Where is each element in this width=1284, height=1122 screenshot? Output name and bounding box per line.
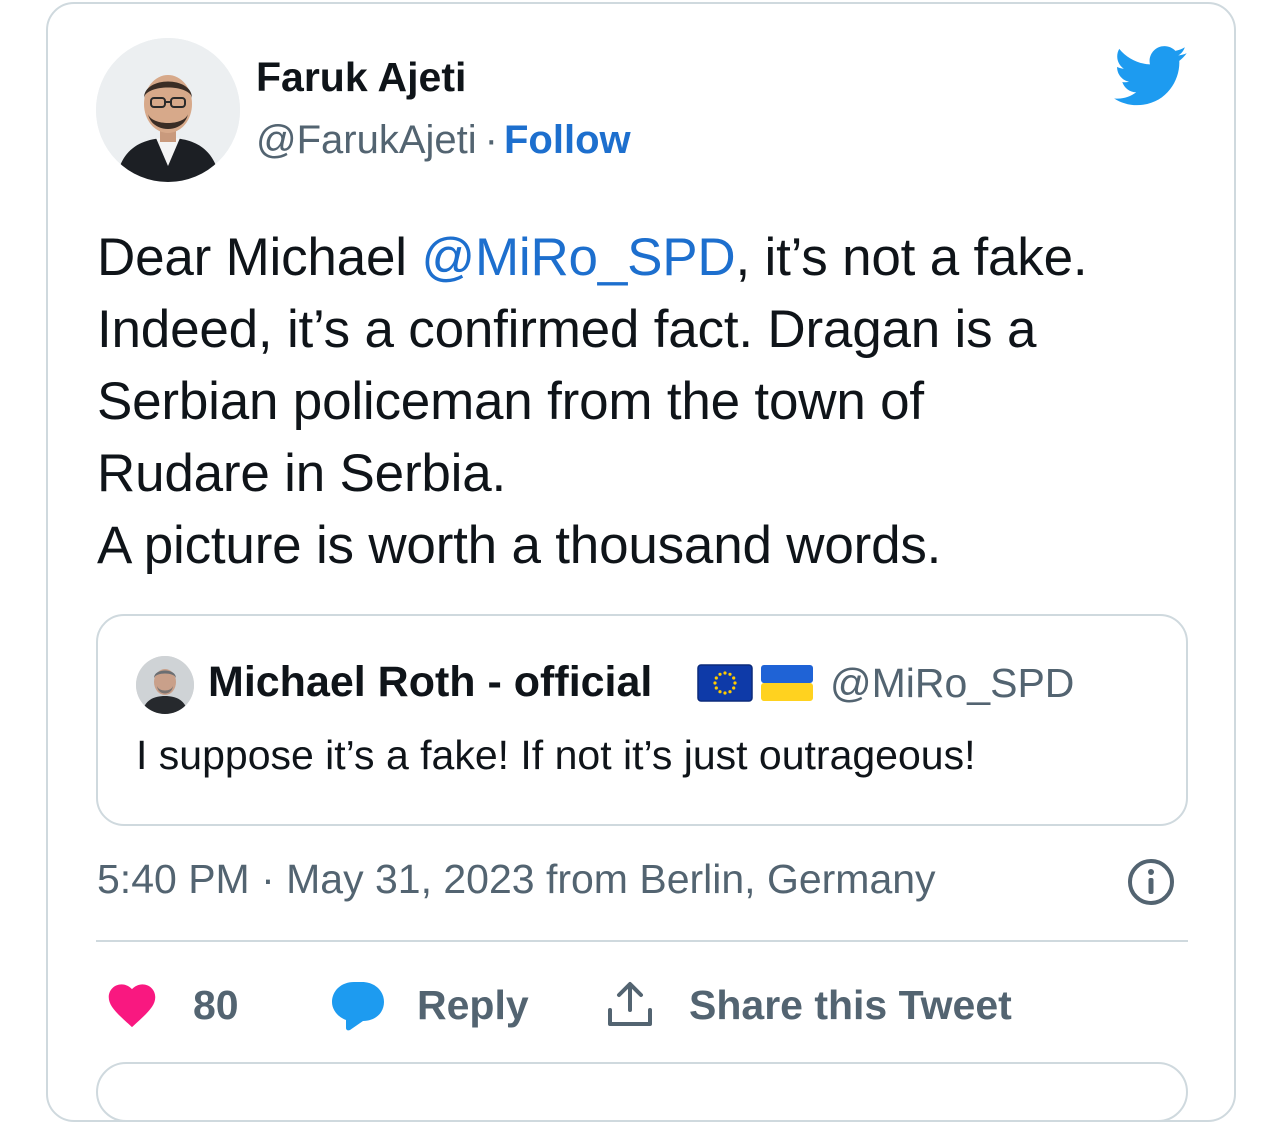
quoted-author-handle[interactable]: @MiRo_SPD [830, 660, 1074, 707]
tweet-line-3: Serbian policeman from the town of [97, 372, 924, 431]
quoted-author-avatar[interactable] [136, 656, 194, 714]
read-replies-button[interactable] [96, 1062, 1188, 1122]
reply-icon[interactable] [330, 980, 386, 1032]
author-avatar[interactable] [96, 38, 240, 182]
heart-icon[interactable] [104, 982, 160, 1032]
author-display-name[interactable]: Faruk Ajeti [256, 54, 466, 101]
handle-separator: · [484, 118, 498, 162]
quoted-author-name[interactable]: Michael Roth - official [208, 658, 652, 707]
follow-button[interactable]: Follow [504, 118, 631, 162]
tweet-line-4: Rudare in Serbia. [97, 444, 507, 503]
tweet-text: Dear Michael @MiRo_SPD, it’s not a fake.… [97, 222, 1207, 582]
reply-button[interactable]: Reply [417, 982, 529, 1029]
share-tweet-button[interactable]: Share this Tweet [689, 982, 1012, 1029]
ukraine-flag-icon [760, 664, 814, 702]
mention-link[interactable]: @MiRo_SPD [421, 228, 735, 287]
tweet-line-1-prefix: Dear Michael [97, 228, 422, 287]
eu-flag-icon [697, 664, 753, 702]
tweet-timestamp[interactable]: 5:40 PM · May 31, 2023 from Berlin, Germ… [97, 856, 936, 903]
like-count[interactable]: 80 [193, 982, 239, 1029]
quoted-tweet[interactable] [96, 614, 1188, 826]
author-handle[interactable]: @FarukAjeti [256, 118, 477, 162]
tweet-line-1-suffix: , it’s not a fake. [735, 228, 1088, 287]
share-icon[interactable] [604, 980, 656, 1030]
quoted-tweet-text: I suppose it’s a fake! If not it’s just … [136, 732, 976, 778]
author-handle-row: @FarukAjeti · Follow [256, 118, 631, 163]
tweet-line-1: Dear Michael @MiRo_SPD, it’s not a fake. [97, 222, 1207, 294]
tweet-line-5: A picture is worth a thousand words. [97, 516, 942, 575]
twitter-bird-icon[interactable] [1114, 46, 1188, 106]
divider [96, 940, 1188, 942]
tweet-line-2: Indeed, it’s a confirmed fact. Dragan is… [97, 300, 1037, 359]
info-icon[interactable] [1126, 857, 1176, 907]
